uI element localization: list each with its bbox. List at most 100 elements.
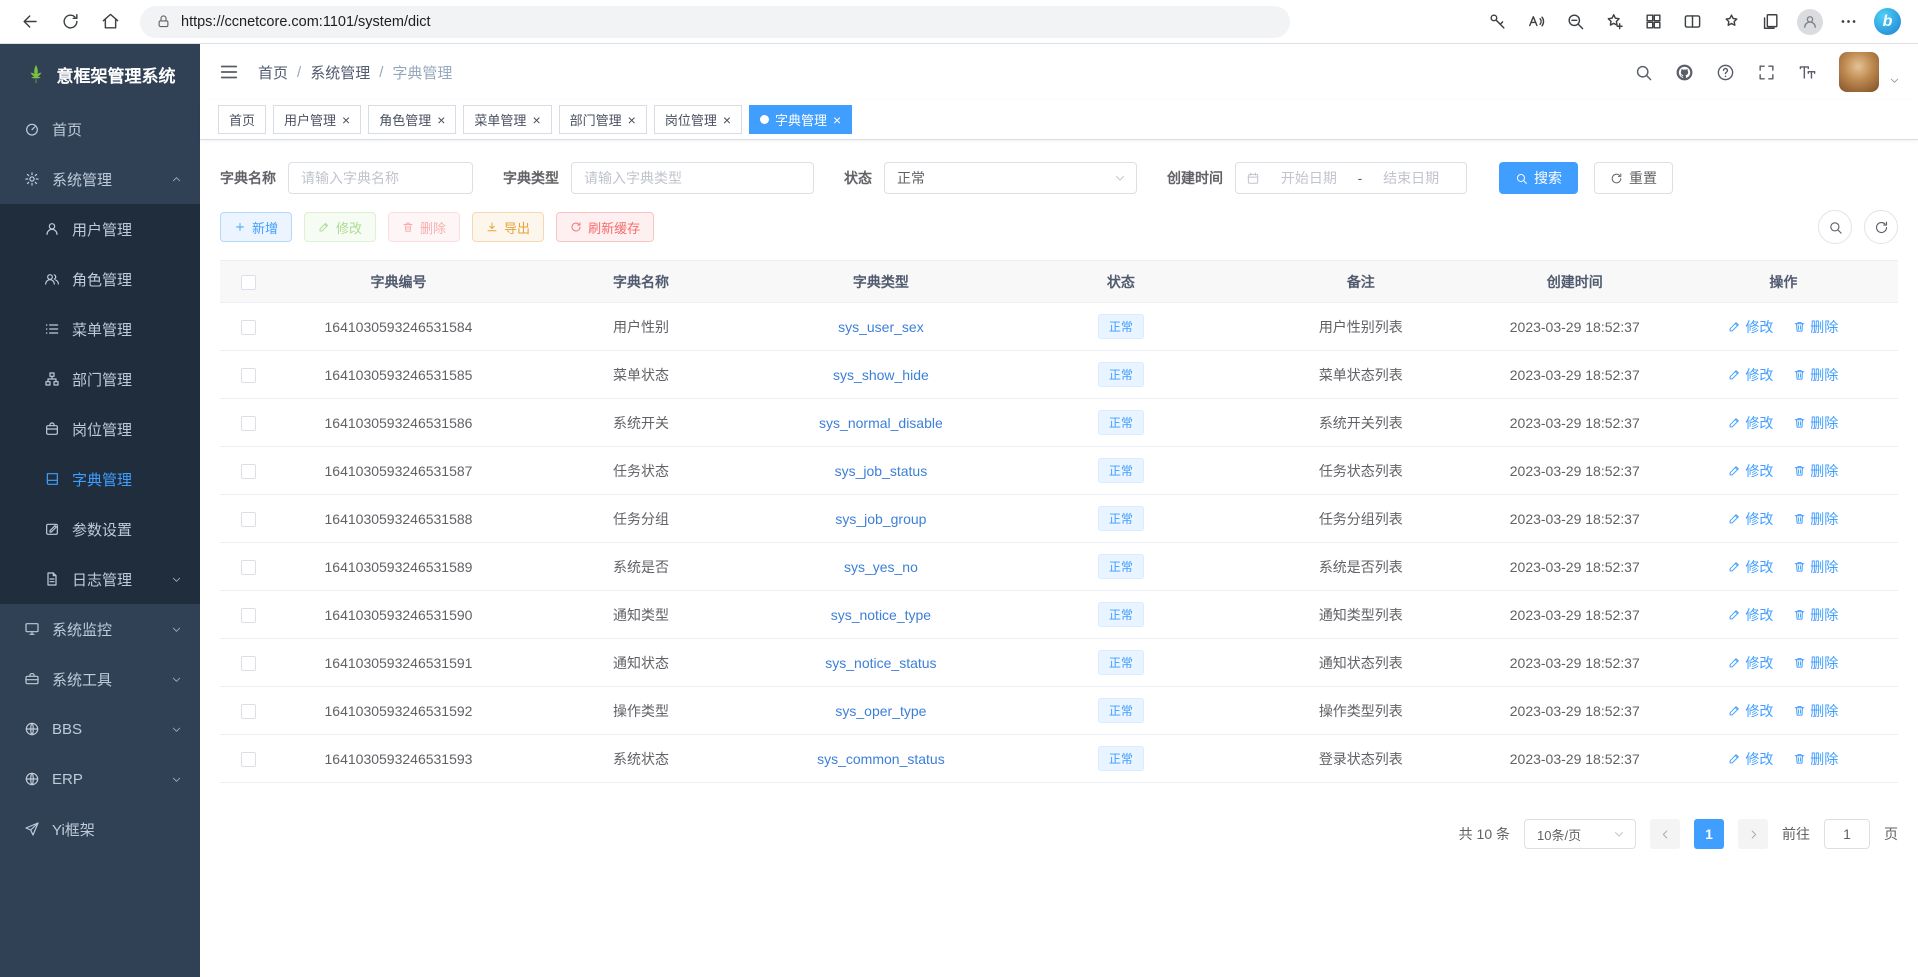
- row-checkbox[interactable]: [241, 464, 256, 479]
- header-search-icon[interactable]: [1634, 63, 1653, 82]
- profile-button[interactable]: [1793, 5, 1826, 39]
- row-delete-link[interactable]: 删除: [1793, 557, 1838, 577]
- row-delete-link[interactable]: 删除: [1793, 509, 1838, 529]
- sidebar-item[interactable]: ERP: [0, 754, 200, 804]
- collections-button[interactable]: [1754, 5, 1787, 39]
- page-size-select[interactable]: 10条/页: [1524, 819, 1636, 849]
- sidebar-item[interactable]: 岗位管理: [0, 404, 200, 454]
- tab-close-icon[interactable]: ×: [532, 113, 540, 127]
- row-edit-link[interactable]: 修改: [1728, 653, 1773, 673]
- search-button[interactable]: 搜索: [1499, 162, 1578, 194]
- refresh-cache-button[interactable]: 刷新缓存: [556, 212, 654, 242]
- tab-close-icon[interactable]: ×: [437, 113, 445, 127]
- breadcrumb-item[interactable]: 首页 /: [258, 62, 310, 83]
- github-icon[interactable]: [1675, 63, 1694, 82]
- help-icon[interactable]: [1716, 63, 1735, 82]
- address-bar[interactable]: https://ccnetcore.com:1101/system/dict: [140, 6, 1290, 38]
- sidebar-item[interactable]: 参数设置: [0, 504, 200, 554]
- dict-type-link[interactable]: sys_common_status: [817, 751, 945, 767]
- extensions-button[interactable]: [1637, 5, 1670, 39]
- sidebar-item[interactable]: 角色管理: [0, 254, 200, 304]
- refresh-button[interactable]: [52, 5, 88, 39]
- sidebar-item[interactable]: Yi框架: [0, 804, 200, 854]
- tab-close-icon[interactable]: ×: [628, 113, 636, 127]
- view-tab[interactable]: 菜单管理 ×: [463, 105, 551, 134]
- dict-name-input[interactable]: [288, 162, 473, 194]
- create-time-range-picker[interactable]: 开始日期 - 结束日期: [1235, 162, 1467, 194]
- sidebar-toggle-icon[interactable]: [218, 61, 240, 83]
- row-edit-link[interactable]: 修改: [1728, 509, 1773, 529]
- sidebar-item[interactable]: 部门管理: [0, 354, 200, 404]
- row-checkbox[interactable]: [241, 512, 256, 527]
- reset-button[interactable]: 重置: [1594, 162, 1673, 194]
- home-button[interactable]: [92, 5, 128, 39]
- row-edit-link[interactable]: 修改: [1728, 317, 1773, 337]
- dict-type-link[interactable]: sys_notice_type: [831, 607, 931, 623]
- font-size-icon[interactable]: [1798, 63, 1817, 82]
- sidebar-item[interactable]: 字典管理: [0, 454, 200, 504]
- sidebar-item[interactable]: 菜单管理: [0, 304, 200, 354]
- breadcrumb-item[interactable]: 系统管理 /: [310, 62, 392, 83]
- avatar-caret-icon[interactable]: [1889, 75, 1900, 86]
- row-delete-link[interactable]: 删除: [1793, 653, 1838, 673]
- dict-type-link[interactable]: sys_show_hide: [833, 367, 929, 383]
- sidebar-item[interactable]: 用户管理: [0, 204, 200, 254]
- row-checkbox[interactable]: [241, 608, 256, 623]
- row-checkbox[interactable]: [241, 416, 256, 431]
- row-edit-link[interactable]: 修改: [1728, 461, 1773, 481]
- view-tab[interactable]: 字典管理 ×: [749, 105, 852, 134]
- row-checkbox[interactable]: [241, 656, 256, 671]
- sidebar-item[interactable]: 系统监控: [0, 604, 200, 654]
- app-logo[interactable]: 意框架管理系统: [0, 44, 200, 104]
- toggle-search-button[interactable]: [1818, 210, 1852, 244]
- current-page[interactable]: 1: [1694, 819, 1724, 849]
- zoom-button[interactable]: [1559, 5, 1592, 39]
- dict-type-link[interactable]: sys_job_status: [835, 463, 928, 479]
- tab-close-icon[interactable]: ×: [723, 113, 731, 127]
- breadcrumb-item[interactable]: 字典管理: [392, 62, 452, 83]
- view-tab[interactable]: 岗位管理 ×: [654, 105, 742, 134]
- view-tab[interactable]: 角色管理 ×: [368, 105, 456, 134]
- dict-type-link[interactable]: sys_job_group: [835, 511, 926, 527]
- row-edit-link[interactable]: 修改: [1728, 605, 1773, 625]
- tab-close-icon[interactable]: ×: [342, 113, 350, 127]
- row-checkbox[interactable]: [241, 320, 256, 335]
- row-edit-link[interactable]: 修改: [1728, 365, 1773, 385]
- tab-close-icon[interactable]: ×: [833, 113, 841, 127]
- select-all-checkbox[interactable]: [241, 275, 256, 290]
- row-checkbox[interactable]: [241, 560, 256, 575]
- row-checkbox[interactable]: [241, 704, 256, 719]
- back-button[interactable]: [12, 5, 48, 39]
- view-tab[interactable]: 用户管理 ×: [273, 105, 361, 134]
- edit-button[interactable]: 修改: [304, 212, 376, 242]
- favorite-add-button[interactable]: [1598, 5, 1631, 39]
- dict-type-link[interactable]: sys_user_sex: [838, 319, 924, 335]
- status-select[interactable]: 正常: [884, 162, 1137, 194]
- row-delete-link[interactable]: 删除: [1793, 605, 1838, 625]
- next-page-button[interactable]: [1738, 819, 1768, 849]
- row-delete-link[interactable]: 删除: [1793, 365, 1838, 385]
- dict-type-link[interactable]: sys_normal_disable: [819, 415, 943, 431]
- view-tab[interactable]: 部门管理 ×: [559, 105, 647, 134]
- row-edit-link[interactable]: 修改: [1728, 413, 1773, 433]
- row-checkbox[interactable]: [241, 368, 256, 383]
- row-edit-link[interactable]: 修改: [1728, 557, 1773, 577]
- sidebar-item[interactable]: 日志管理: [0, 554, 200, 604]
- dict-type-link[interactable]: sys_oper_type: [835, 703, 926, 719]
- prev-page-button[interactable]: [1650, 819, 1680, 849]
- dict-type-link[interactable]: sys_notice_status: [825, 655, 936, 671]
- row-delete-link[interactable]: 删除: [1793, 701, 1838, 721]
- row-edit-link[interactable]: 修改: [1728, 749, 1773, 769]
- bing-chat-button[interactable]: [1871, 5, 1904, 39]
- refresh-table-button[interactable]: [1864, 210, 1898, 244]
- export-button[interactable]: 导出: [472, 212, 544, 242]
- delete-button[interactable]: 删除: [388, 212, 460, 242]
- sidebar-item[interactable]: 系统管理: [0, 154, 200, 204]
- add-button[interactable]: 新增: [220, 212, 292, 242]
- row-edit-link[interactable]: 修改: [1728, 701, 1773, 721]
- user-avatar[interactable]: [1839, 52, 1879, 92]
- sidebar-item[interactable]: 首页: [0, 104, 200, 154]
- goto-page-input[interactable]: [1824, 819, 1870, 849]
- row-delete-link[interactable]: 删除: [1793, 317, 1838, 337]
- password-key-button[interactable]: [1481, 5, 1514, 39]
